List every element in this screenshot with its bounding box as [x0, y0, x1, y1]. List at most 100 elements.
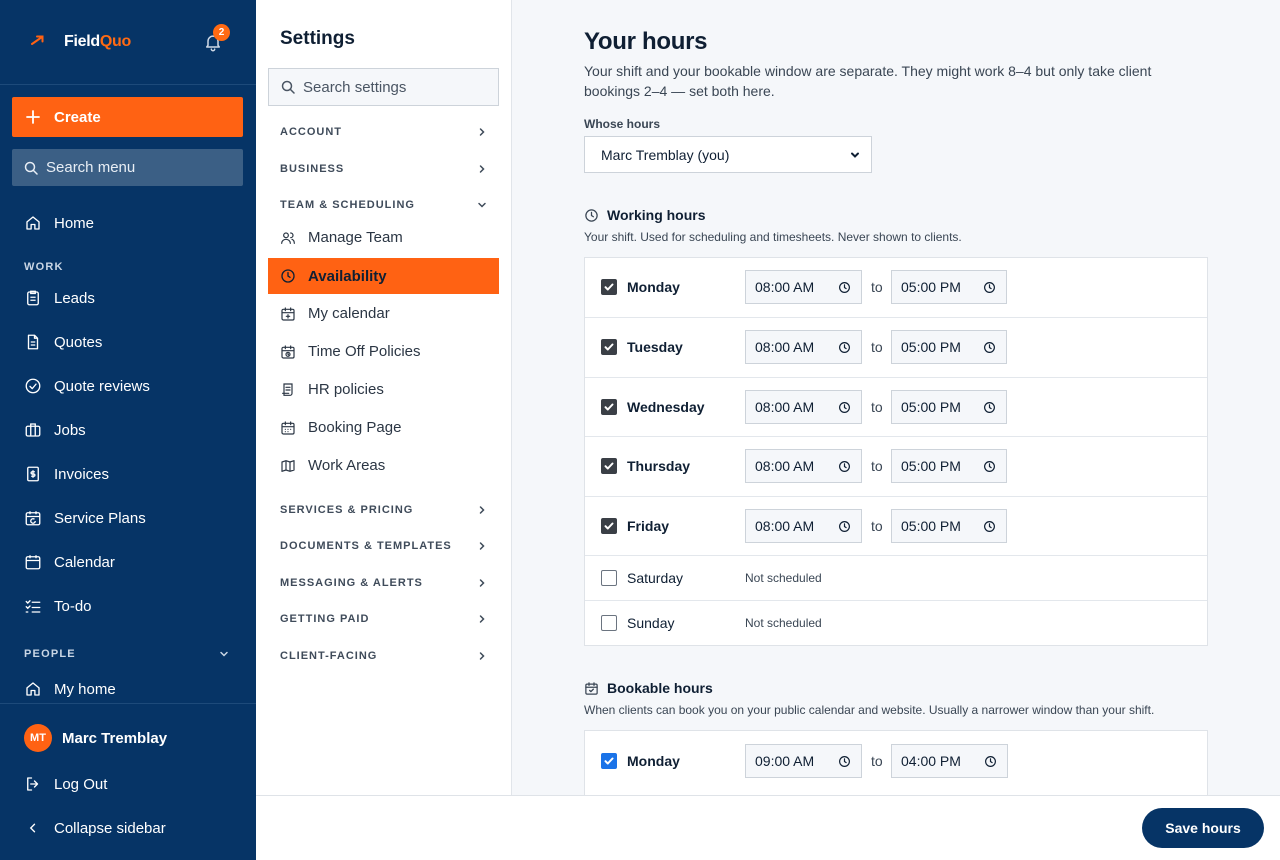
brand-name[interactable]: FieldQuo	[64, 33, 131, 51]
brand-logo-icon	[30, 34, 46, 46]
to-label: to	[871, 458, 883, 474]
start-time-value: 08:00 AM	[755, 399, 815, 415]
settings-section-messaging-alerts[interactable]: MESSAGING & ALERTS	[280, 577, 488, 589]
page-description: Your shift and your bookable window are …	[584, 63, 1152, 99]
day-checkbox[interactable]	[601, 339, 617, 355]
save-hours-button[interactable]: Save hours	[1142, 808, 1264, 848]
sidebar-item-to-do[interactable]: To-do	[24, 594, 92, 618]
brand-name-part2: Quo	[99, 33, 131, 50]
users-icon	[281, 231, 295, 244]
home-icon	[26, 682, 40, 696]
start-time-value: 08:00 AM	[755, 339, 815, 355]
clock-icon	[838, 520, 851, 533]
sidebar-item-label: Home	[54, 214, 95, 232]
end-time-input[interactable]: 05:00 PM	[891, 270, 1007, 304]
end-time-input[interactable]: 05:00 PM	[891, 390, 1007, 424]
section-label: BUSINESS	[280, 163, 345, 175]
whose-hours-select[interactable]: Marc Tremblay (you)	[584, 136, 872, 173]
settings-section-services-pricing[interactable]: SERVICES & PRICING	[280, 504, 488, 516]
sidebar-item-quotes[interactable]: Quotes	[24, 330, 102, 354]
scroll-icon	[282, 382, 293, 396]
day-checkbox[interactable]	[601, 518, 617, 534]
logout-label: Log Out	[54, 775, 108, 793]
collapse-sidebar-button[interactable]: Collapse sidebar	[24, 816, 166, 840]
sidebar-item-invoices[interactable]: Invoices	[24, 462, 109, 486]
settings-item-hr-policies[interactable]: HR policies	[280, 381, 384, 398]
user-name[interactable]: Marc Tremblay	[62, 730, 167, 747]
start-time-input[interactable]: 08:00 AM	[745, 449, 862, 483]
day-label: Sunday	[627, 615, 675, 631]
sidebar-section-work: WORK	[24, 261, 64, 273]
day-checkbox[interactable]	[601, 399, 617, 415]
end-time-input[interactable]: 04:00 PM	[891, 744, 1008, 778]
sidebar-item-jobs[interactable]: Jobs	[24, 418, 86, 442]
calendar-icon	[25, 555, 41, 570]
day-label: Wednesday	[627, 399, 705, 415]
section-label: CLIENT-FACING	[280, 650, 378, 662]
day-checkbox[interactable]	[601, 615, 617, 631]
settings-section-business[interactable]: BUSINESS	[280, 163, 488, 175]
sidebar-item-quote-reviews[interactable]: Quote reviews	[24, 374, 150, 398]
start-time-input[interactable]: 08:00 AM	[745, 509, 862, 543]
start-time-input[interactable]: 08:00 AM	[745, 270, 862, 304]
start-time-input[interactable]: 08:00 AM	[745, 390, 862, 424]
sidebar-item-label: My home	[54, 680, 116, 698]
avatar[interactable]: MT	[24, 724, 52, 752]
end-time-input[interactable]: 05:00 PM	[891, 509, 1007, 543]
sidebar-item-label: Leads	[54, 289, 95, 307]
settings-item-my-calendar[interactable]: My calendar	[280, 305, 390, 322]
settings-item-manage-team[interactable]: Manage Team	[280, 229, 403, 246]
table-row: Sunday Not scheduled	[585, 601, 1207, 645]
logout-icon	[27, 777, 39, 791]
home-icon	[26, 216, 40, 230]
day-checkbox[interactable]	[601, 753, 617, 769]
settings-item-label: Availability	[308, 267, 387, 285]
settings-item-label: Work Areas	[308, 457, 386, 474]
sidebar-section-people: PEOPLE	[24, 648, 76, 660]
search-menu-input[interactable]: Search menu	[12, 149, 243, 186]
settings-item-booking-page[interactable]: Booking Page	[280, 419, 401, 436]
settings-item-availability[interactable]: Availability	[268, 258, 499, 294]
settings-section-account[interactable]: ACCOUNT	[280, 126, 488, 138]
day-label: Thursday	[627, 458, 691, 474]
sidebar-item-my-home[interactable]: My home	[24, 677, 116, 701]
sidebar-item-service-plans[interactable]: Service Plans	[24, 506, 146, 530]
brand-header: FieldQuo 2	[0, 0, 256, 85]
table-row: Friday 08:00 AM to 05:00 PM	[585, 497, 1207, 556]
start-time-input[interactable]: 08:00 AM	[745, 330, 862, 364]
footer-bar	[256, 795, 1280, 860]
sidebar-item-leads[interactable]: Leads	[24, 286, 95, 310]
chevron-down-icon	[851, 152, 859, 158]
end-time-input[interactable]: 05:00 PM	[891, 330, 1007, 364]
day-checkbox[interactable]	[601, 458, 617, 474]
page-title: Your hours	[584, 28, 708, 55]
sidebar-item-calendar[interactable]: Calendar	[24, 550, 115, 574]
settings-item-label: Booking Page	[308, 419, 402, 436]
settings-section-team-scheduling[interactable]: TEAM & SCHEDULING	[280, 199, 488, 211]
chevron-right-icon	[479, 506, 485, 514]
day-checkbox[interactable]	[601, 279, 617, 295]
create-button[interactable]: Create	[12, 97, 243, 137]
settings-item-work-areas[interactable]: Work Areas	[280, 457, 385, 474]
search-icon	[24, 161, 38, 175]
section-label: ACCOUNT	[280, 126, 342, 138]
start-time-input[interactable]: 09:00 AM	[745, 744, 862, 778]
settings-section-getting-paid[interactable]: GETTING PAID	[280, 613, 488, 625]
settings-item-time-off-policies[interactable]: Time Off Policies	[280, 343, 421, 360]
to-label: to	[871, 339, 883, 355]
chevron-right-icon	[479, 615, 485, 623]
settings-section-client-facing[interactable]: CLIENT-FACING	[280, 650, 488, 662]
day-checkbox[interactable]	[601, 570, 617, 586]
end-time-value: 05:00 PM	[901, 518, 961, 534]
clock-icon	[984, 755, 997, 768]
calendar-check-icon	[585, 681, 598, 695]
end-time-input[interactable]: 05:00 PM	[891, 449, 1007, 483]
logout-button[interactable]: Log Out	[24, 772, 107, 796]
settings-section-documents-templates[interactable]: DOCUMENTS & TEMPLATES	[280, 540, 488, 552]
section-label: TEAM & SCHEDULING	[280, 199, 415, 211]
chevron-down-icon[interactable]	[218, 648, 230, 660]
sidebar-item-home[interactable]: Home	[24, 211, 94, 235]
start-time-value: 08:00 AM	[755, 458, 815, 474]
settings-search-input[interactable]: Search settings	[268, 68, 499, 106]
bookable-hours-description: When clients can book you on your public…	[584, 703, 1155, 717]
